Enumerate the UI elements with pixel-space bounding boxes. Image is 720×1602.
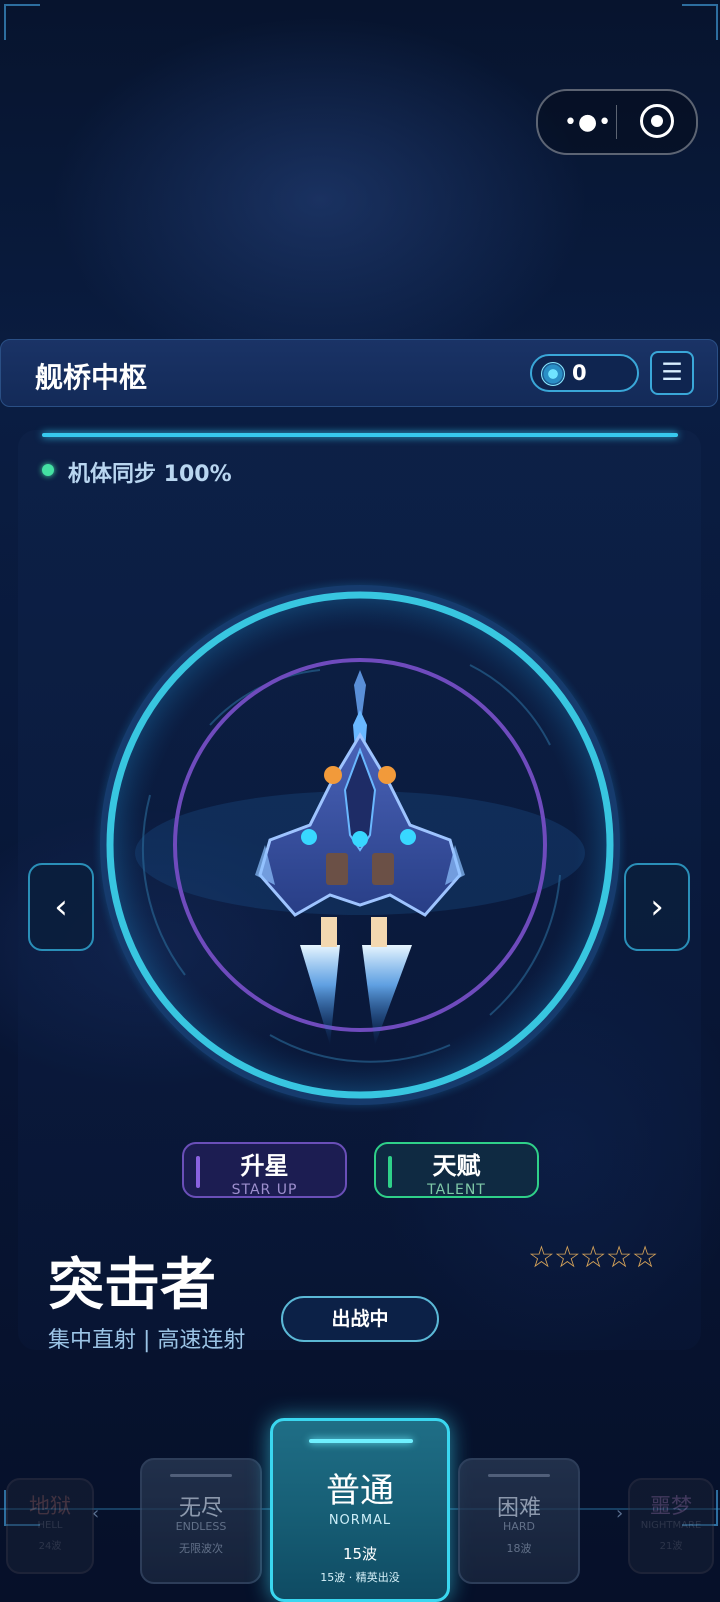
talent-sublabel: TALENT — [427, 1182, 486, 1198]
difficulty-en: HELL — [37, 1520, 63, 1531]
difficulty-card-nightmare[interactable]: 噩梦 NIGHTMARE 21波 — [628, 1478, 714, 1574]
corner-bracket-top-left — [4, 4, 40, 40]
engine-nozzle-left — [321, 917, 337, 947]
more-dots-icon[interactable]: •●• — [564, 110, 612, 135]
difficulty-name: 普通 — [326, 1471, 394, 1511]
difficulty-en: NORMAL — [328, 1513, 392, 1528]
top-header-bar: 舰桥中枢 0 ☰ — [0, 339, 718, 407]
difficulty-waves: 无限波次 — [179, 1542, 223, 1555]
chevron-left-icon: ‹ — [54, 887, 68, 927]
page-title: 舰桥中枢 — [35, 361, 148, 394]
card-top-bar — [488, 1474, 550, 1477]
coin-icon — [541, 362, 565, 386]
menu-button[interactable]: ☰ — [650, 351, 694, 395]
difficulty-name: 无尽 — [178, 1496, 223, 1521]
difficulty-card-endless[interactable]: 无尽 ENDLESS 无限波次 — [140, 1458, 262, 1584]
coin-counter[interactable]: 0 — [530, 354, 639, 392]
difficulty-waves: 18波 — [506, 1542, 532, 1555]
carousel-left-arrow[interactable]: ‹ — [92, 1503, 99, 1524]
difficulty-card-normal[interactable]: 普通 NORMAL 15波 15波 · 精英出没 — [270, 1418, 450, 1602]
difficulty-name: 困难 — [496, 1496, 541, 1521]
star-up-label: 升星 — [240, 1152, 289, 1180]
next-ship-button[interactable]: › — [624, 863, 690, 951]
card-top-bar — [309, 1439, 413, 1443]
menu-icon: ☰ — [661, 358, 683, 386]
ship-description: 集中直射 | 高速连射 — [48, 1328, 246, 1353]
deploy-status-button[interactable]: 出战中 — [281, 1296, 439, 1342]
card-top-bar — [170, 1474, 232, 1477]
star-up-sublabel: STAR UP — [231, 1182, 298, 1198]
difficulty-detail: 15波 · 精英出没 — [320, 1571, 400, 1584]
sync-status-label: 机体同步 100% — [68, 462, 232, 487]
difficulty-en: HARD — [503, 1520, 535, 1533]
corner-bracket-top-right — [682, 4, 718, 40]
difficulty-en: ENDLESS — [175, 1520, 227, 1533]
difficulty-waves: 15波 — [342, 1545, 378, 1563]
close-target-icon[interactable] — [640, 104, 674, 138]
sync-status-dot — [42, 464, 54, 476]
difficulty-waves: 24波 — [38, 1541, 62, 1552]
difficulty-en: NIGHTMARE — [640, 1520, 702, 1531]
miniprogram-capsule: •●• — [536, 89, 698, 155]
prev-ship-button[interactable]: ‹ — [28, 863, 94, 951]
star-up-button[interactable]: 升星 STAR UP — [182, 1142, 347, 1198]
difficulty-name: 地狱 — [29, 1494, 71, 1518]
difficulty-card-hell[interactable]: 地狱 HELL 24波 — [6, 1478, 94, 1574]
difficulty-card-hard[interactable]: 困难 HARD 18波 — [458, 1458, 580, 1584]
talent-button[interactable]: 天赋 TALENT — [374, 1142, 539, 1198]
star-rating: ☆☆☆☆☆ — [528, 1240, 658, 1275]
ship-name: 突击者 — [48, 1253, 216, 1318]
capsule-divider — [616, 105, 617, 139]
hangar-ring — [92, 577, 628, 1113]
talent-label: 天赋 — [432, 1152, 481, 1180]
difficulty-waves: 21波 — [659, 1541, 683, 1552]
sync-progress-bar — [42, 433, 678, 437]
carousel-right-arrow[interactable]: › — [616, 1503, 623, 1524]
engine-nozzle-right — [371, 917, 387, 947]
coin-value: 0 — [572, 361, 587, 385]
chevron-right-icon: › — [650, 887, 664, 927]
difficulty-name: 噩梦 — [650, 1494, 692, 1518]
